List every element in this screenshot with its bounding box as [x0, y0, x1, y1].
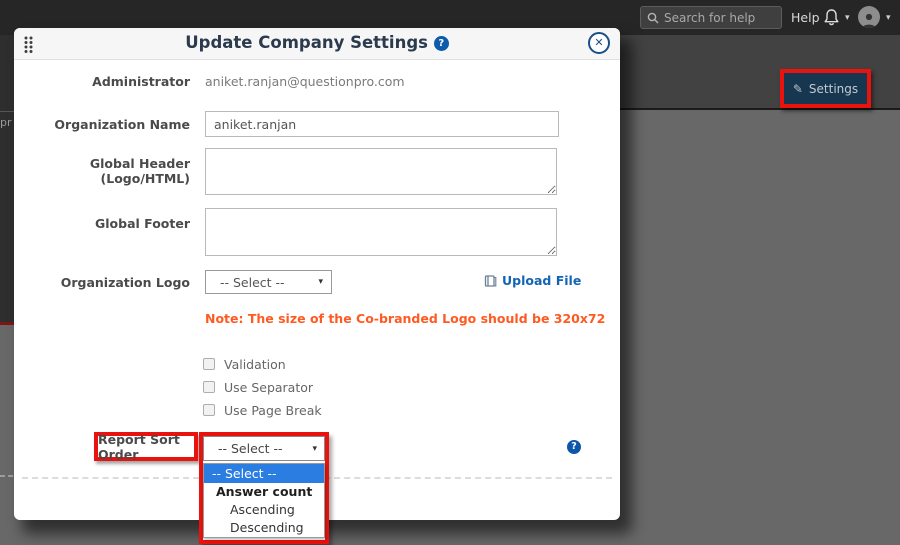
page-left-clipped-text: pr: [0, 116, 12, 129]
modal-title-text: Update Company Settings: [185, 33, 428, 52]
update-company-settings-modal: Update Company Settings ? ✕ Administrato…: [14, 28, 620, 520]
report-sort-order-label: Report Sort Order: [98, 432, 194, 462]
administrator-value: aniket.ranjan@questionpro.com: [205, 74, 405, 89]
chevron-down-icon: ▾: [318, 277, 323, 287]
settings-button[interactable]: ✎ Settings: [784, 73, 867, 104]
global-footer-textarea[interactable]: [205, 208, 557, 256]
organization-name-input[interactable]: [205, 111, 559, 137]
logo-size-note: Note: The size of the Co-branded Logo sh…: [205, 311, 605, 326]
use-separator-checkbox-row: Use Separator: [203, 380, 313, 394]
global-header-textarea[interactable]: [205, 148, 557, 195]
page-header-divider: [618, 108, 900, 110]
chevron-down-icon: ▾: [312, 444, 317, 454]
page-left-red-divider: [0, 322, 14, 325]
validation-checkbox[interactable]: [203, 358, 215, 370]
organization-name-label: Organization Name: [14, 117, 190, 132]
modal-header: Update Company Settings ? ✕: [14, 28, 620, 60]
organization-logo-select[interactable]: -- Select -- ▾: [205, 270, 332, 294]
search-box[interactable]: [640, 6, 782, 29]
report-sort-order-selected-value: -- Select --: [218, 441, 283, 456]
help-link[interactable]: Help: [791, 10, 820, 25]
settings-button-label: Settings: [809, 82, 858, 96]
report-sort-order-annotation-box: Report Sort Order: [94, 432, 198, 461]
page-left-edge: pr: [0, 35, 14, 323]
use-separator-label: Use Separator: [224, 380, 313, 395]
report-sort-order-dropdown-annotation-box: -- Select -- ▾ -- Select -- Answer count…: [199, 432, 329, 544]
upload-file-icon: [484, 274, 497, 287]
search-input[interactable]: [664, 11, 775, 25]
option-group-answer-count: Answer count: [204, 483, 324, 501]
report-sort-order-options-list: -- Select -- Answer count Ascending Desc…: [203, 463, 325, 538]
report-sort-order-select[interactable]: -- Select -- ▾: [203, 436, 325, 461]
use-page-break-checkbox[interactable]: [203, 404, 215, 416]
modal-title: Update Company Settings ?: [14, 33, 620, 52]
option-ascending[interactable]: Ascending: [204, 501, 324, 519]
chevron-down-icon[interactable]: ▾: [886, 13, 891, 23]
avatar[interactable]: [858, 6, 880, 28]
global-header-label: Global Header (Logo/HTML): [14, 156, 190, 186]
close-icon[interactable]: ✕: [588, 32, 610, 54]
user-icon: [861, 12, 877, 28]
use-page-break-label: Use Page Break: [224, 403, 322, 418]
use-separator-checkbox[interactable]: [203, 381, 215, 393]
validation-checkbox-row: Validation: [203, 357, 286, 371]
option-select-placeholder[interactable]: -- Select --: [204, 464, 324, 483]
pencil-icon: ✎: [793, 82, 803, 96]
upload-file-label: Upload File: [502, 273, 581, 288]
page-left-dashed-line: [0, 475, 13, 477]
use-page-break-checkbox-row: Use Page Break: [203, 403, 322, 417]
option-descending[interactable]: Descending: [204, 519, 324, 537]
page-left-divider: [0, 111, 14, 112]
global-footer-label: Global Footer: [14, 216, 190, 231]
validation-label: Validation: [224, 357, 286, 372]
title-help-icon[interactable]: ?: [434, 36, 449, 51]
notifications-bell-icon[interactable]: [823, 8, 840, 31]
settings-annotation-box: ✎ Settings: [780, 69, 871, 108]
chevron-down-icon[interactable]: ▾: [845, 13, 850, 23]
organization-logo-label: Organization Logo: [14, 275, 190, 290]
administrator-label: Administrator: [14, 74, 190, 89]
search-icon: [647, 12, 659, 24]
upload-file-link[interactable]: Upload File: [484, 273, 581, 288]
organization-logo-selected-value: -- Select --: [220, 275, 285, 290]
report-sort-order-help-icon[interactable]: ?: [567, 440, 581, 454]
